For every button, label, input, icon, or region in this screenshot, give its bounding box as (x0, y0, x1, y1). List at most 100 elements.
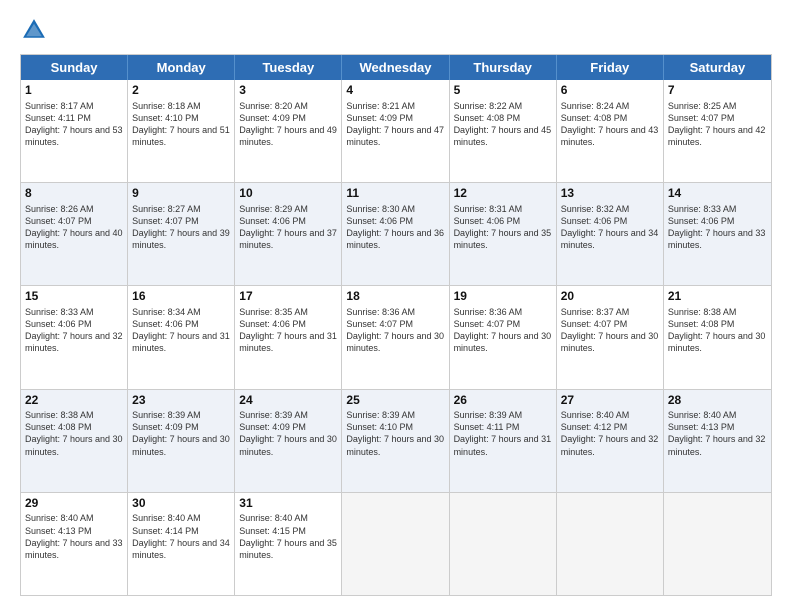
day-number: 20 (561, 289, 659, 305)
sunrise-text: Sunrise: 8:40 AM (239, 512, 337, 524)
logo-icon (20, 16, 48, 44)
day-cell: 15 Sunrise: 8:33 AM Sunset: 4:06 PM Dayl… (21, 286, 128, 388)
sunset-text: Sunset: 4:06 PM (239, 215, 337, 227)
sunset-text: Sunset: 4:09 PM (132, 421, 230, 433)
page: Sunday Monday Tuesday Wednesday Thursday… (0, 0, 792, 612)
calendar-row: 8 Sunrise: 8:26 AM Sunset: 4:07 PM Dayli… (21, 182, 771, 285)
daylight-text: Daylight: 7 hours and 39 minutes. (132, 227, 230, 251)
sunset-text: Sunset: 4:07 PM (561, 318, 659, 330)
day-number: 26 (454, 393, 552, 409)
daylight-text: Daylight: 7 hours and 30 minutes. (346, 433, 444, 457)
sunset-text: Sunset: 4:08 PM (668, 318, 767, 330)
day-cell: 2 Sunrise: 8:18 AM Sunset: 4:10 PM Dayli… (128, 80, 235, 182)
sunrise-text: Sunrise: 8:36 AM (346, 306, 444, 318)
day-cell: 27 Sunrise: 8:40 AM Sunset: 4:12 PM Dayl… (557, 390, 664, 492)
sunset-text: Sunset: 4:10 PM (132, 112, 230, 124)
day-cell: 1 Sunrise: 8:17 AM Sunset: 4:11 PM Dayli… (21, 80, 128, 182)
sunrise-text: Sunrise: 8:39 AM (346, 409, 444, 421)
calendar: Sunday Monday Tuesday Wednesday Thursday… (20, 54, 772, 596)
day-number: 7 (668, 83, 767, 99)
empty-cell (557, 493, 664, 595)
calendar-row: 1 Sunrise: 8:17 AM Sunset: 4:11 PM Dayli… (21, 80, 771, 182)
sunset-text: Sunset: 4:07 PM (132, 215, 230, 227)
sunrise-text: Sunrise: 8:30 AM (346, 203, 444, 215)
day-cell: 24 Sunrise: 8:39 AM Sunset: 4:09 PM Dayl… (235, 390, 342, 492)
daylight-text: Daylight: 7 hours and 30 minutes. (346, 330, 444, 354)
daylight-text: Daylight: 7 hours and 31 minutes. (132, 330, 230, 354)
sunset-text: Sunset: 4:07 PM (346, 318, 444, 330)
daylight-text: Daylight: 7 hours and 30 minutes. (132, 433, 230, 457)
daylight-text: Daylight: 7 hours and 30 minutes. (668, 330, 767, 354)
sunset-text: Sunset: 4:09 PM (239, 112, 337, 124)
sunset-text: Sunset: 4:09 PM (239, 421, 337, 433)
daylight-text: Daylight: 7 hours and 32 minutes. (668, 433, 767, 457)
day-cell: 11 Sunrise: 8:30 AM Sunset: 4:06 PM Dayl… (342, 183, 449, 285)
sunset-text: Sunset: 4:13 PM (25, 525, 123, 537)
day-number: 22 (25, 393, 123, 409)
day-cell: 31 Sunrise: 8:40 AM Sunset: 4:15 PM Dayl… (235, 493, 342, 595)
day-number: 24 (239, 393, 337, 409)
day-number: 18 (346, 289, 444, 305)
sunrise-text: Sunrise: 8:38 AM (25, 409, 123, 421)
sunrise-text: Sunrise: 8:36 AM (454, 306, 552, 318)
day-number: 8 (25, 186, 123, 202)
day-number: 5 (454, 83, 552, 99)
sunset-text: Sunset: 4:06 PM (132, 318, 230, 330)
header-saturday: Saturday (664, 55, 771, 80)
sunset-text: Sunset: 4:08 PM (561, 112, 659, 124)
day-number: 19 (454, 289, 552, 305)
day-cell: 14 Sunrise: 8:33 AM Sunset: 4:06 PM Dayl… (664, 183, 771, 285)
sunrise-text: Sunrise: 8:39 AM (239, 409, 337, 421)
day-number: 12 (454, 186, 552, 202)
day-cell: 7 Sunrise: 8:25 AM Sunset: 4:07 PM Dayli… (664, 80, 771, 182)
sunset-text: Sunset: 4:13 PM (668, 421, 767, 433)
sunrise-text: Sunrise: 8:27 AM (132, 203, 230, 215)
day-cell: 30 Sunrise: 8:40 AM Sunset: 4:14 PM Dayl… (128, 493, 235, 595)
sunrise-text: Sunrise: 8:26 AM (25, 203, 123, 215)
day-cell: 28 Sunrise: 8:40 AM Sunset: 4:13 PM Dayl… (664, 390, 771, 492)
daylight-text: Daylight: 7 hours and 34 minutes. (132, 537, 230, 561)
sunset-text: Sunset: 4:06 PM (668, 215, 767, 227)
sunset-text: Sunset: 4:07 PM (25, 215, 123, 227)
day-number: 3 (239, 83, 337, 99)
empty-cell (450, 493, 557, 595)
calendar-row: 15 Sunrise: 8:33 AM Sunset: 4:06 PM Dayl… (21, 285, 771, 388)
sunset-text: Sunset: 4:08 PM (25, 421, 123, 433)
header-friday: Friday (557, 55, 664, 80)
sunrise-text: Sunrise: 8:37 AM (561, 306, 659, 318)
header-thursday: Thursday (450, 55, 557, 80)
day-number: 4 (346, 83, 444, 99)
sunrise-text: Sunrise: 8:29 AM (239, 203, 337, 215)
sunrise-text: Sunrise: 8:33 AM (668, 203, 767, 215)
day-cell: 9 Sunrise: 8:27 AM Sunset: 4:07 PM Dayli… (128, 183, 235, 285)
sunrise-text: Sunrise: 8:20 AM (239, 100, 337, 112)
daylight-text: Daylight: 7 hours and 40 minutes. (25, 227, 123, 251)
daylight-text: Daylight: 7 hours and 30 minutes. (25, 433, 123, 457)
day-cell: 19 Sunrise: 8:36 AM Sunset: 4:07 PM Dayl… (450, 286, 557, 388)
header (20, 16, 772, 44)
calendar-header: Sunday Monday Tuesday Wednesday Thursday… (21, 55, 771, 80)
day-cell: 5 Sunrise: 8:22 AM Sunset: 4:08 PM Dayli… (450, 80, 557, 182)
day-number: 29 (25, 496, 123, 512)
sunset-text: Sunset: 4:06 PM (25, 318, 123, 330)
header-tuesday: Tuesday (235, 55, 342, 80)
logo (20, 16, 50, 44)
day-number: 1 (25, 83, 123, 99)
empty-cell (342, 493, 449, 595)
daylight-text: Daylight: 7 hours and 51 minutes. (132, 124, 230, 148)
day-cell: 18 Sunrise: 8:36 AM Sunset: 4:07 PM Dayl… (342, 286, 449, 388)
daylight-text: Daylight: 7 hours and 30 minutes. (561, 330, 659, 354)
sunset-text: Sunset: 4:10 PM (346, 421, 444, 433)
sunrise-text: Sunrise: 8:40 AM (132, 512, 230, 524)
day-number: 27 (561, 393, 659, 409)
daylight-text: Daylight: 7 hours and 34 minutes. (561, 227, 659, 251)
daylight-text: Daylight: 7 hours and 47 minutes. (346, 124, 444, 148)
day-cell: 26 Sunrise: 8:39 AM Sunset: 4:11 PM Dayl… (450, 390, 557, 492)
sunset-text: Sunset: 4:11 PM (25, 112, 123, 124)
sunset-text: Sunset: 4:06 PM (561, 215, 659, 227)
calendar-body: 1 Sunrise: 8:17 AM Sunset: 4:11 PM Dayli… (21, 80, 771, 595)
sunrise-text: Sunrise: 8:22 AM (454, 100, 552, 112)
day-number: 15 (25, 289, 123, 305)
day-cell: 12 Sunrise: 8:31 AM Sunset: 4:06 PM Dayl… (450, 183, 557, 285)
daylight-text: Daylight: 7 hours and 32 minutes. (561, 433, 659, 457)
